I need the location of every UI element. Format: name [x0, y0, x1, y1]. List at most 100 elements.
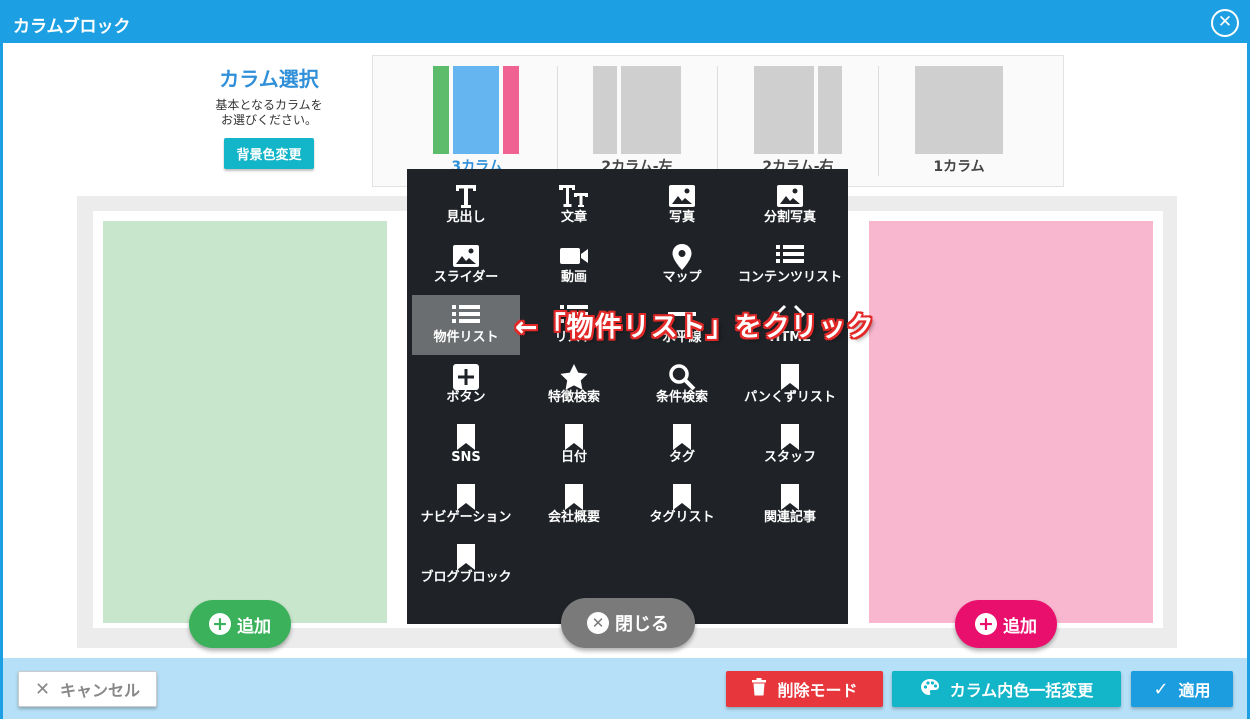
close-palette-button[interactable]: ✕ 閉じる [561, 598, 695, 648]
desc-line-2: お選びください。 [220, 113, 317, 127]
palette-item-label: 関連記事 [763, 510, 816, 525]
palette-item-label: 分割写真 [763, 210, 816, 225]
palette-item[interactable]: ナビゲーション [412, 475, 520, 535]
bulk-color-label: カラム内色一括変更 [949, 681, 1094, 700]
palette-item-label: 見出し [446, 210, 486, 225]
search-icon [628, 363, 736, 391]
dialog-titlebar: カラムブロック ✕ [3, 3, 1247, 43]
layout-1col[interactable]: 1カラム [875, 66, 1035, 176]
palette-icon [920, 678, 940, 701]
layout-3col[interactable]: 3カラム [393, 66, 553, 176]
close-label: 閉じる [615, 614, 669, 635]
image-icon [628, 183, 736, 209]
palette-item-label: ボタン [446, 390, 486, 405]
palette-item-label: 会社概要 [547, 510, 600, 525]
bookmark-icon [736, 363, 844, 390]
title-t-icon [412, 183, 520, 209]
palette-item[interactable]: 分割写真 [736, 175, 844, 235]
plus-square-icon [412, 363, 520, 390]
palette-item-label: 条件検索 [655, 390, 708, 405]
palette-item[interactable]: 文章 [520, 175, 628, 235]
palette-item-label: コンテンツリスト [738, 270, 843, 285]
close-dialog-button[interactable]: ✕ [1211, 9, 1239, 37]
layout-2col-left[interactable]: 2カラム-左 [553, 66, 713, 176]
palette-item-label: 物件リスト [433, 330, 499, 345]
bookmark-icon [520, 423, 628, 450]
bookmark-icon [412, 423, 520, 450]
palette-item[interactable]: 会社概要 [520, 475, 628, 535]
palette-item-label: 文章 [560, 210, 587, 225]
block-palette: 見出し 文章 写真 分割写真 スライダー 動画 マップ コンテンツリスト 物件リスト リスト 水平線… [407, 169, 848, 624]
bulk-color-change-button[interactable]: カラム内色一括変更 [892, 671, 1121, 707]
palette-item[interactable]: スライダー [412, 235, 520, 295]
palette-item-label: 動画 [560, 270, 587, 285]
star-icon [520, 363, 628, 390]
palette-item[interactable]: 見出し [412, 175, 520, 235]
palette-item[interactable]: 日付 [520, 415, 628, 475]
click-instruction-annotation: ←「物件リスト」をクリック [515, 312, 875, 343]
layout-2col-right[interactable]: 2カラム-右 [714, 66, 874, 176]
column-select-heading: カラム選択 [219, 67, 319, 91]
list-icon [736, 243, 844, 269]
palette-item[interactable]: 物件リスト [412, 295, 520, 355]
palette-item-label: タグ [668, 450, 695, 465]
palette-item-label: パンくずリスト [744, 390, 836, 405]
delete-mode-button[interactable]: 削除モード [726, 671, 883, 707]
map-pin-icon [628, 243, 736, 270]
layout-2col-right-thumb [754, 66, 842, 154]
palette-item[interactable]: 関連記事 [736, 475, 844, 535]
image-icon [412, 243, 520, 269]
check-icon: ✓ [1153, 678, 1169, 700]
delete-mode-label: 削除モード [777, 681, 858, 700]
palette-item-label: ナビゲーション [420, 510, 512, 525]
background-color-button[interactable]: 背景色変更 [224, 138, 314, 169]
palette-item-label: 日付 [560, 450, 587, 465]
layout-3col-thumb [433, 66, 521, 154]
layout-2col-left-thumb [593, 66, 681, 154]
palette-item[interactable]: マップ [628, 235, 736, 295]
plus-circle-icon: + [975, 613, 997, 635]
palette-item-label: マップ [662, 270, 702, 285]
bookmark-icon [736, 423, 844, 450]
cancel-button[interactable]: ✕ キャンセル [18, 671, 157, 707]
palette-item[interactable]: 写真 [628, 175, 736, 235]
apply-button[interactable]: ✓ 適用 [1131, 671, 1233, 707]
add-left-label: 追加 [237, 616, 271, 637]
palette-item[interactable]: SNS [412, 415, 520, 475]
add-left-button[interactable]: + 追加 [189, 600, 291, 648]
column-select-desc: 基本となるカラムを お選びください。 [199, 98, 339, 128]
add-right-button[interactable]: + 追加 [955, 600, 1057, 648]
palette-item-label: 特徴検索 [547, 390, 600, 405]
palette-item[interactable]: タグ [628, 415, 736, 475]
palette-item-label: 写真 [668, 210, 695, 225]
palette-item[interactable]: 動画 [520, 235, 628, 295]
palette-item[interactable]: 特徴検索 [520, 355, 628, 415]
palette-item[interactable]: スタッフ [736, 415, 844, 475]
bookmark-icon [736, 483, 844, 510]
palette-item[interactable]: コンテンツリスト [736, 235, 844, 295]
palette-item[interactable]: パンくずリスト [736, 355, 844, 415]
desc-line-1: 基本となるカラムを [215, 98, 323, 112]
dialog-title: カラムブロック [13, 17, 131, 37]
trash-icon [751, 677, 767, 701]
palette-item-label: スタッフ [763, 450, 816, 465]
dialog-footer: ✕ キャンセル 削除モード カラム内色一括変更 ✓ 適用 [3, 658, 1247, 719]
close-circle-icon: ✕ [1217, 12, 1233, 32]
palette-item[interactable]: ボタン [412, 355, 520, 415]
text-tt-icon [520, 183, 628, 209]
palette-item[interactable]: 条件検索 [628, 355, 736, 415]
image-icon [736, 183, 844, 209]
bookmark-icon [412, 483, 520, 510]
apply-label: 適用 [1178, 681, 1211, 700]
column-block-dialog: カラムブロック ✕ カラム選択 基本となるカラムを お選びください。 背景色変更… [0, 0, 1250, 719]
bookmark-icon [412, 543, 520, 570]
palette-item[interactable]: タグリスト [628, 475, 736, 535]
list-icon [412, 303, 520, 329]
palette-item[interactable]: ブログブロック [412, 535, 520, 595]
layout-1col-thumb [915, 66, 1003, 154]
column-select-panel: カラム選択 基本となるカラムを お選びください。 背景色変更 [199, 63, 339, 169]
palette-item-label: タグリスト [649, 510, 715, 525]
layout-label: 1カラム [933, 159, 985, 175]
close-circle-icon: ✕ [587, 612, 609, 634]
add-right-label: 追加 [1003, 616, 1037, 637]
